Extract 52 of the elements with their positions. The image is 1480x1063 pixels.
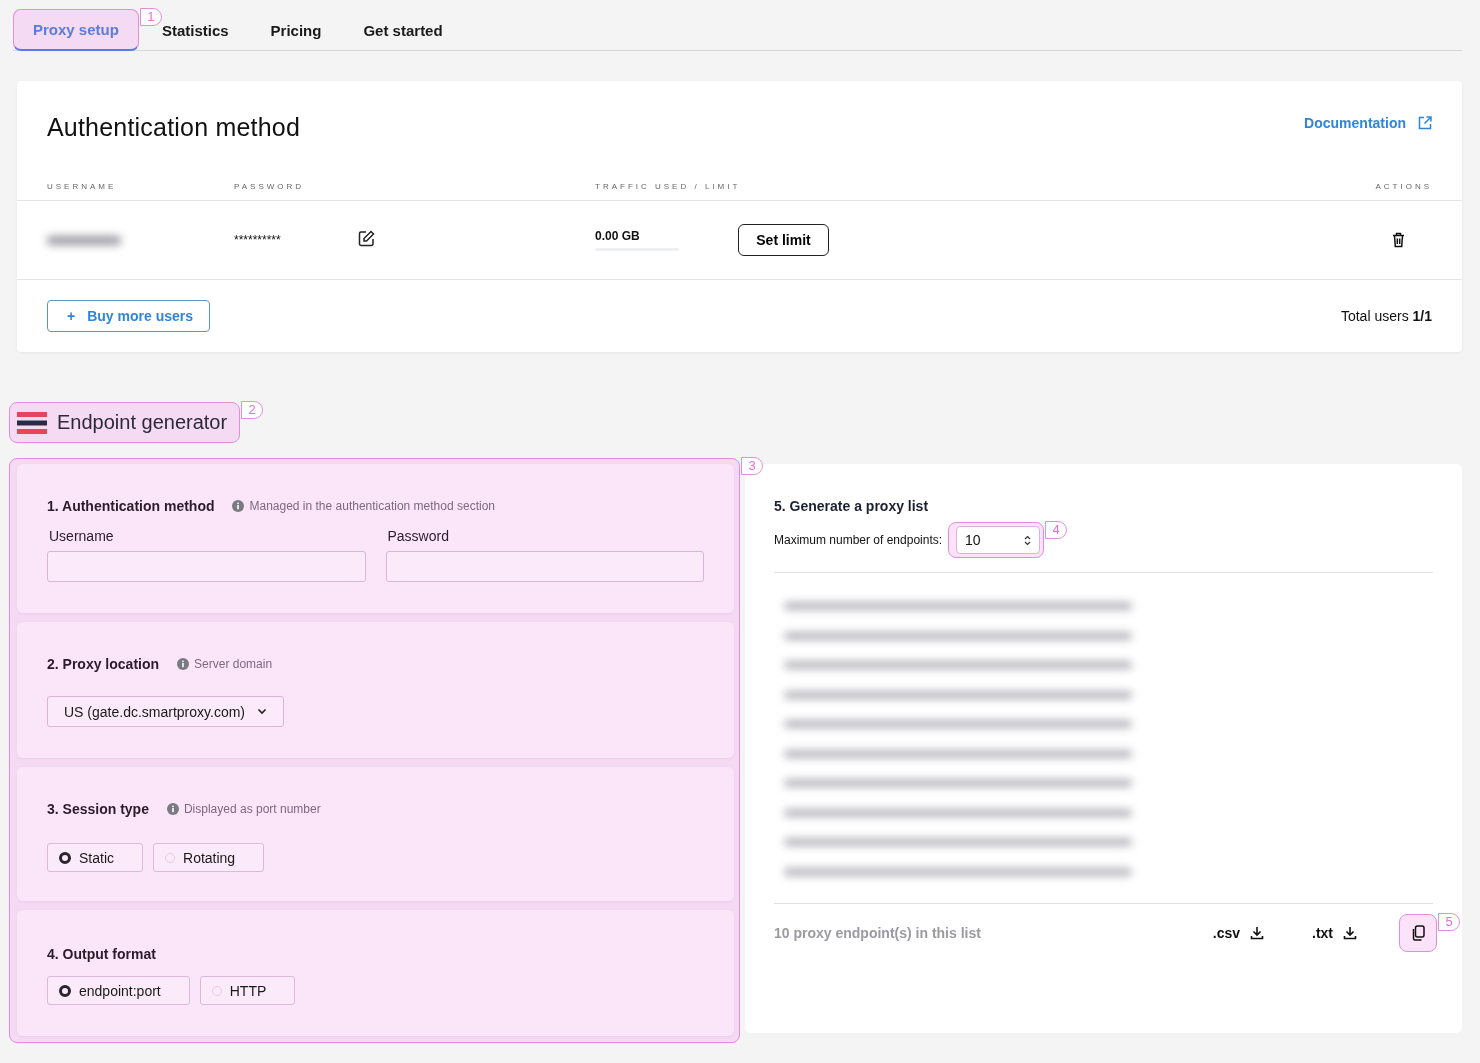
table-cell-text: ********** [234,233,282,247]
field-label: Username [49,528,115,544]
table-cell-text: 0.00 GB [595,229,641,243]
column-header: USERNAME [47,182,118,191]
stepper-arrows-icon[interactable] [1024,534,1032,546]
radio-option[interactable]: Rotating [153,843,265,872]
location-dropdown[interactable]: US (gate.dc.smartproxy.com) [47,696,284,727]
callout-badge: 3 [741,457,763,475]
section-heading: 2. Proxy location [47,656,160,672]
section-heading: 1. Authentication method [47,498,215,514]
radio-option[interactable]: Static [47,843,143,872]
tab[interactable]: Get started [344,9,462,51]
section-heading: 5. Generate a proxy list [774,498,930,514]
logo-icon [17,411,47,434]
download-icon [1250,925,1264,940]
endpoint-count: 10 proxy endpoint(s) in this list [774,924,982,941]
documentation-link[interactable]: Documentation [1304,114,1432,131]
callout-badge: 2 [241,401,264,419]
hint-text: Displayed as port number [183,802,321,816]
section-heading: 3. Session type [47,801,149,817]
number-field[interactable]: 10 [956,526,1041,554]
download-icon [1343,925,1357,940]
callout-badge: 5 [1438,912,1460,931]
info-icon [232,500,245,512]
tab[interactable]: Pricing [251,9,341,51]
field-label: Password [387,528,450,544]
callout-badge: 1 [139,8,162,26]
column-header: ACTIONS [1374,182,1432,191]
hint-text: Managed in the authentication method section [249,499,495,513]
input-field[interactable] [47,551,366,582]
card-title: Authentication method [47,113,300,142]
external-link-icon [1418,115,1432,130]
input-field[interactable] [385,551,704,582]
info-icon [177,658,190,670]
download-button[interactable]: .txt [1306,923,1363,942]
edit-icon[interactable] [358,230,375,247]
radio-option[interactable]: HTTP [199,976,296,1005]
radio-option[interactable]: endpoint:port [47,976,190,1005]
callout-badge: 4 [1045,521,1068,539]
copy-icon [1411,924,1425,941]
trash-icon[interactable] [1392,232,1405,248]
column-header: PASSWORD [234,182,306,191]
field-label: Maximum number of endpoints: [774,533,943,547]
total-users-text: Total users 1/1 [1340,308,1432,324]
download-button[interactable]: .csv [1206,923,1270,942]
section-heading: 4. Output format [47,946,156,962]
chevron-down-icon [257,708,267,715]
info-icon [166,803,179,815]
buy-more-users-button[interactable]: + Buy more users [47,300,210,332]
hint-text: Server domain [194,657,273,671]
column-header: TRAFFIC USED / LIMIT [595,182,742,191]
set-limit-button[interactable]: Set limit [738,224,829,256]
